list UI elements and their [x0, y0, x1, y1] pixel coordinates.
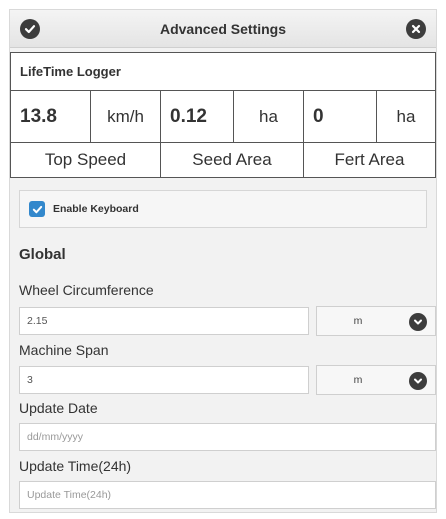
wheel-circumference-label: Wheel Circumference	[19, 282, 154, 298]
chevron-down-icon	[409, 372, 427, 390]
enable-keyboard-toggle[interactable]: Enable Keyboard	[19, 190, 427, 228]
title-bar: Advanced Settings	[10, 10, 436, 48]
chevron-down-icon	[409, 313, 427, 331]
top-speed-unit: km/h	[91, 91, 161, 142]
enable-keyboard-label: Enable Keyboard	[53, 203, 139, 215]
update-date-input[interactable]: dd/mm/yyyy	[19, 423, 436, 451]
machine-span-input[interactable]: 3	[19, 366, 309, 394]
machine-span-unit-select[interactable]: m	[316, 365, 436, 395]
seed-area-label: Seed Area	[161, 143, 304, 177]
seed-area-value: 0.12	[161, 91, 234, 142]
section-heading-global: Global	[19, 246, 66, 263]
wheel-circumference-input[interactable]: 2.15	[19, 307, 309, 335]
span-unit-value: m	[353, 374, 363, 386]
wheel-unit-value: m	[353, 315, 363, 327]
page-title: Advanced Settings	[159, 21, 287, 37]
lifetime-logger-table: LifeTime Logger 13.8 km/h 0.12 ha 0 ha T…	[10, 52, 436, 178]
logger-title: LifeTime Logger	[11, 53, 435, 91]
seed-area-unit: ha	[234, 91, 304, 142]
logger-labels-row: Top Speed Seed Area Fert Area	[11, 143, 435, 177]
logger-values-row: 13.8 km/h 0.12 ha 0 ha	[11, 91, 435, 143]
update-date-label: Update Date	[19, 400, 98, 416]
fert-area-unit: ha	[396, 106, 416, 126]
close-circle-icon[interactable]	[406, 19, 426, 39]
fert-area-label: Fert Area	[334, 150, 405, 169]
wheel-circumference-unit-select[interactable]: m	[316, 306, 436, 336]
top-speed-value: 13.8	[11, 91, 91, 142]
advanced-settings-panel: Advanced Settings LifeTime Logger 13.8 k…	[9, 9, 437, 513]
fert-area-value: 0	[304, 91, 377, 142]
update-time-input[interactable]: Update Time(24h)	[19, 481, 436, 509]
update-time-label: Update Time(24h)	[19, 458, 132, 474]
machine-span-label: Machine Span	[19, 342, 109, 358]
enable-keyboard-checkbox[interactable]	[29, 201, 45, 217]
top-speed-label: Top Speed	[11, 143, 161, 177]
